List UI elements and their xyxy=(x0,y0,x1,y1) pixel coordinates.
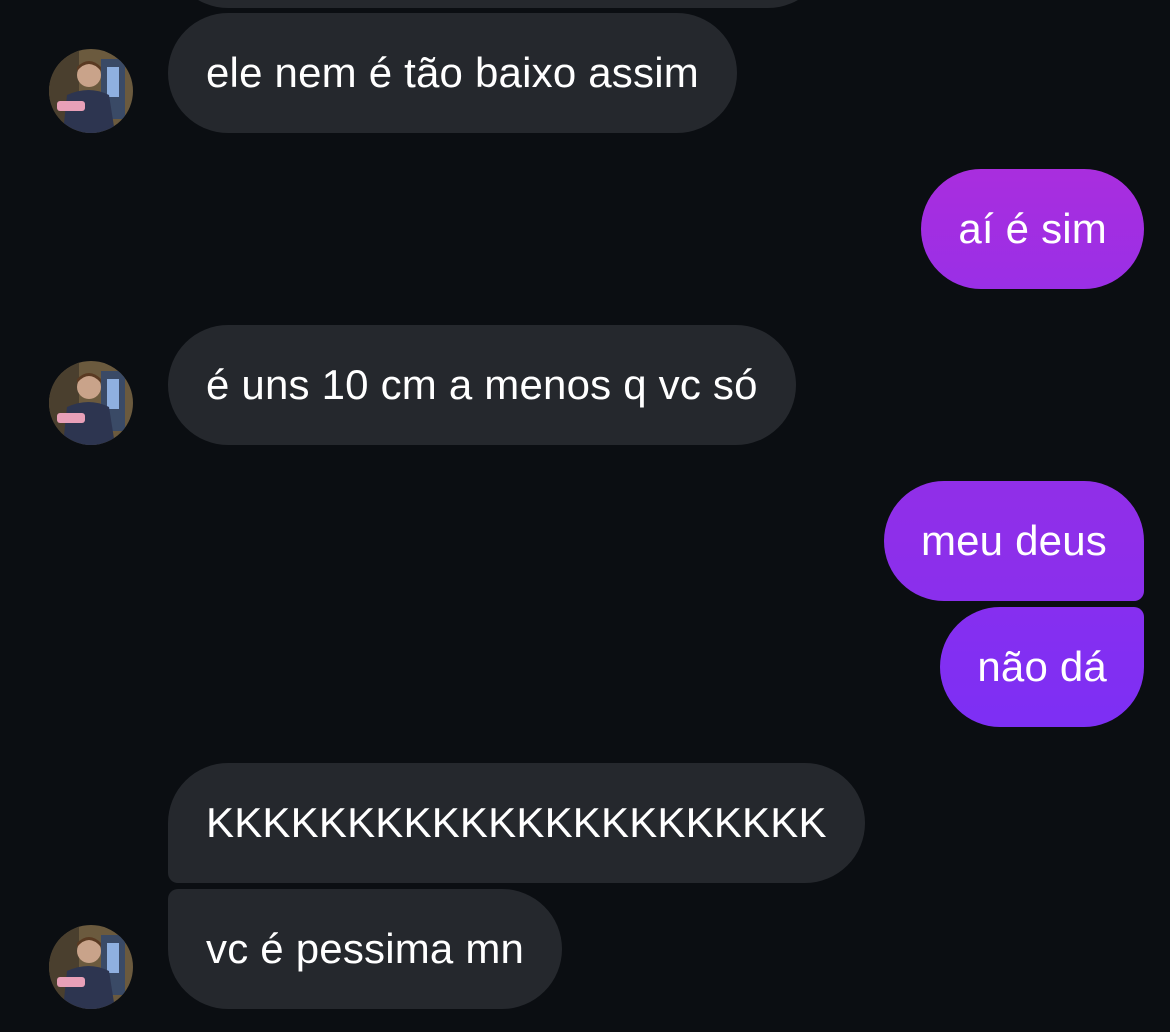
message-bubble-outgoing[interactable]: aí é sim xyxy=(921,169,1144,289)
message-text: vc é pessima mn xyxy=(206,925,525,972)
message-bubble-incoming[interactable]: vc é pessima mn xyxy=(168,889,563,1009)
contact-avatar[interactable] xyxy=(49,925,133,1009)
message-bubble-outgoing[interactable]: não dá xyxy=(940,607,1144,727)
message-text: meu deus xyxy=(920,517,1107,564)
message-text: KKKKKKKKKKKKKKKKKKKKKK xyxy=(206,799,827,846)
message-text: ele nem é tão baixo assim xyxy=(206,49,699,96)
chat-thread: ele nem é tão baixo assim aí é sim é uns… xyxy=(0,0,1170,1032)
message-bubble-incoming[interactable]: ele nem é tão baixo assim xyxy=(168,13,737,133)
message-bubble-incoming[interactable]: KKKKKKKKKKKKKKKKKKKKKK xyxy=(168,763,865,883)
partial-message-bubble[interactable] xyxy=(168,0,828,8)
message-text: aí é sim xyxy=(958,205,1107,252)
contact-avatar[interactable] xyxy=(49,361,133,445)
message-text: é uns 10 cm a menos q vc só xyxy=(206,361,758,408)
message-text: não dá xyxy=(977,643,1107,690)
message-bubble-incoming[interactable]: é uns 10 cm a menos q vc só xyxy=(168,325,796,445)
contact-avatar[interactable] xyxy=(49,49,133,133)
message-bubble-outgoing[interactable]: meu deus xyxy=(883,481,1144,601)
